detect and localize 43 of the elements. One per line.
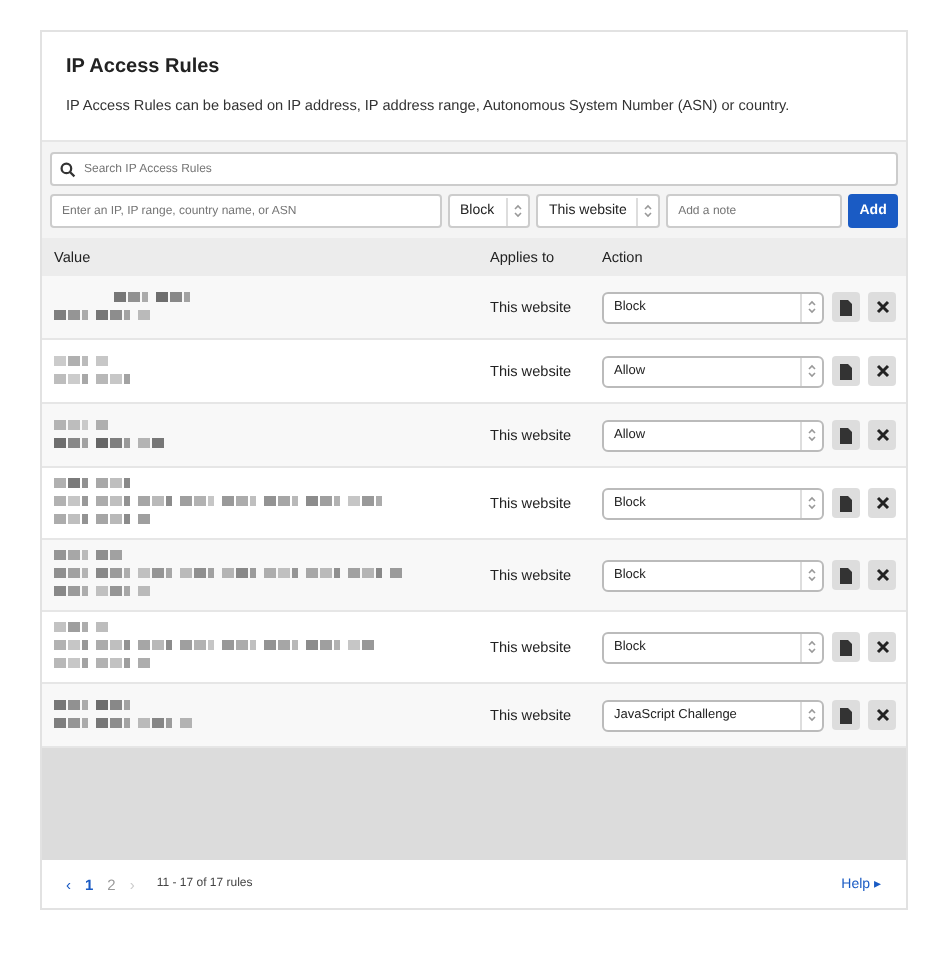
- stepper-icon: [644, 204, 653, 218]
- note-button[interactable]: [832, 700, 860, 730]
- stepper-icon: [808, 364, 816, 378]
- close-icon: [875, 428, 889, 442]
- close-icon: [875, 568, 889, 582]
- section-title: IP Access Rules: [66, 56, 222, 78]
- document-icon: [840, 639, 852, 655]
- stepper-icon: [808, 708, 816, 722]
- document-icon: [840, 707, 852, 723]
- stepper-icon: [808, 640, 816, 654]
- document-icon: [840, 363, 852, 379]
- delete-button[interactable]: [868, 488, 896, 518]
- note-button[interactable]: [832, 560, 860, 590]
- redacted-value-drawing: [54, 291, 196, 323]
- close-icon: [875, 300, 889, 314]
- delete-button[interactable]: [868, 632, 896, 662]
- stepper-icon: [808, 428, 816, 442]
- delete-button[interactable]: [868, 420, 896, 450]
- stepper-icon: [808, 300, 816, 314]
- delete-button[interactable]: [868, 292, 896, 322]
- note-button[interactable]: [832, 356, 860, 386]
- note-button[interactable]: [832, 420, 860, 450]
- close-icon: [875, 640, 889, 654]
- delete-button[interactable]: [868, 356, 896, 386]
- stepper-icon: [514, 204, 523, 218]
- document-icon: [840, 427, 852, 443]
- stepper-icon: [808, 568, 816, 582]
- search-icon: [60, 162, 76, 178]
- note-button[interactable]: [832, 632, 860, 662]
- close-icon: [875, 708, 889, 722]
- note-button[interactable]: [832, 488, 860, 518]
- document-icon: [840, 495, 852, 511]
- redacted-value-drawing: [54, 419, 164, 451]
- redacted-value-drawing: [54, 699, 192, 731]
- note-button[interactable]: [832, 292, 860, 322]
- delete-button[interactable]: [868, 560, 896, 590]
- document-icon: [840, 567, 852, 583]
- close-icon: [875, 364, 889, 378]
- redacted-value-drawing: [54, 355, 136, 387]
- document-icon: [840, 299, 852, 315]
- stepper-icon: [808, 496, 816, 510]
- delete-button[interactable]: [868, 700, 896, 730]
- close-icon: [875, 496, 889, 510]
